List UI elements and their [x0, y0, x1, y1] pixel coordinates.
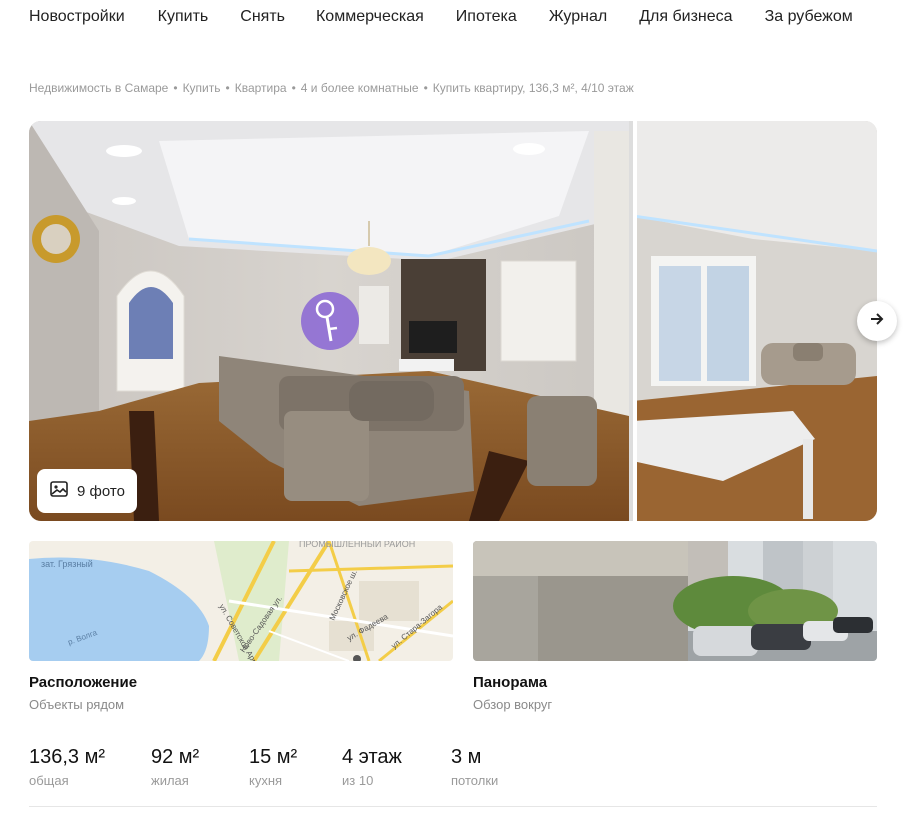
breadcrumb-separator: •	[291, 81, 296, 95]
panorama-title[interactable]: Панорама	[473, 674, 547, 691]
location-subtitle: Объекты рядом	[29, 697, 125, 712]
param-value: 92 м²	[151, 746, 200, 768]
param-living-area: 92 м² жилая	[151, 746, 249, 788]
main-photo[interactable]	[29, 121, 629, 521]
breadcrumb-separator: •	[423, 81, 428, 95]
breadcrumb-item[interactable]: Квартира	[235, 81, 287, 95]
nav-item-commercial[interactable]: Коммерческая	[316, 8, 424, 30]
param-floor: 4 этаж из 10	[342, 746, 451, 788]
top-nav: Новостройки Купить Снять Коммерческая Ип…	[29, 8, 853, 30]
param-value: 3 м	[451, 746, 482, 768]
gallery-next-button[interactable]	[857, 301, 897, 341]
nav-item-novostroyki[interactable]: Новостройки	[29, 8, 125, 30]
param-total-area: 136,3 м² общая	[29, 746, 151, 788]
param-ceiling-height: 3 м потолки	[451, 746, 531, 788]
param-value: 136,3 м²	[29, 746, 106, 768]
map-bay-label: зат. Грязный	[41, 559, 93, 569]
nav-item-business[interactable]: Для бизнеса	[639, 8, 732, 30]
param-label: жилая	[151, 773, 189, 788]
param-value: 4 этаж	[342, 746, 402, 768]
location-map-card[interactable]: ПРОМЫШЛЕННЫЙ РАЙОН зат. Грязный р. Волга…	[29, 541, 453, 661]
breadcrumb-separator: •	[225, 81, 230, 95]
breadcrumb: Недвижимость в Самаре • Купить • Квартира •…	[29, 81, 634, 95]
param-label: потолки	[451, 773, 499, 788]
secondary-photo[interactable]	[633, 121, 877, 521]
arrow-right-icon	[868, 310, 886, 333]
apartment-params: 136,3 м² общая 92 м² жилая 15 м² кухня 4…	[29, 746, 531, 788]
photo-gallery[interactable]: 9 фото	[29, 121, 877, 521]
param-label: общая	[29, 773, 69, 788]
param-value: 15 м²	[249, 746, 298, 768]
breadcrumb-item[interactable]: 4 и более комнатные	[301, 81, 419, 95]
nav-item-buy[interactable]: Купить	[158, 8, 209, 30]
nav-item-abroad[interactable]: За рубежом	[765, 8, 853, 30]
breadcrumb-current: Купить квартиру, 136,3 м², 4/10 этаж	[432, 81, 634, 95]
divider	[29, 806, 877, 807]
nav-item-rent[interactable]: Снять	[240, 8, 285, 30]
breadcrumb-separator: •	[173, 81, 178, 95]
location-map[interactable]: ПРОМЫШЛЕННЫЙ РАЙОН зат. Грязный р. Волга…	[29, 541, 453, 661]
photo-count-label: 9 фото	[77, 482, 125, 500]
param-kitchen-area: 15 м² кухня	[249, 746, 342, 788]
panorama-card[interactable]	[473, 541, 877, 661]
photo-gallery-icon	[49, 479, 69, 503]
param-label: из 10	[342, 773, 374, 788]
location-title[interactable]: Расположение	[29, 674, 137, 691]
breadcrumb-item[interactable]: Недвижимость в Самаре	[29, 81, 168, 95]
panorama-subtitle: Обзор вокруг	[473, 697, 553, 712]
panorama-image[interactable]	[473, 541, 877, 661]
map-district-label: ПРОМЫШЛЕННЫЙ РАЙОН	[299, 541, 415, 549]
nav-item-journal[interactable]: Журнал	[549, 8, 607, 30]
nav-item-mortgage[interactable]: Ипотека	[456, 8, 517, 30]
param-label: кухня	[249, 773, 283, 788]
photo-count-button[interactable]: 9 фото	[37, 469, 137, 513]
breadcrumb-item[interactable]: Купить	[183, 81, 221, 95]
